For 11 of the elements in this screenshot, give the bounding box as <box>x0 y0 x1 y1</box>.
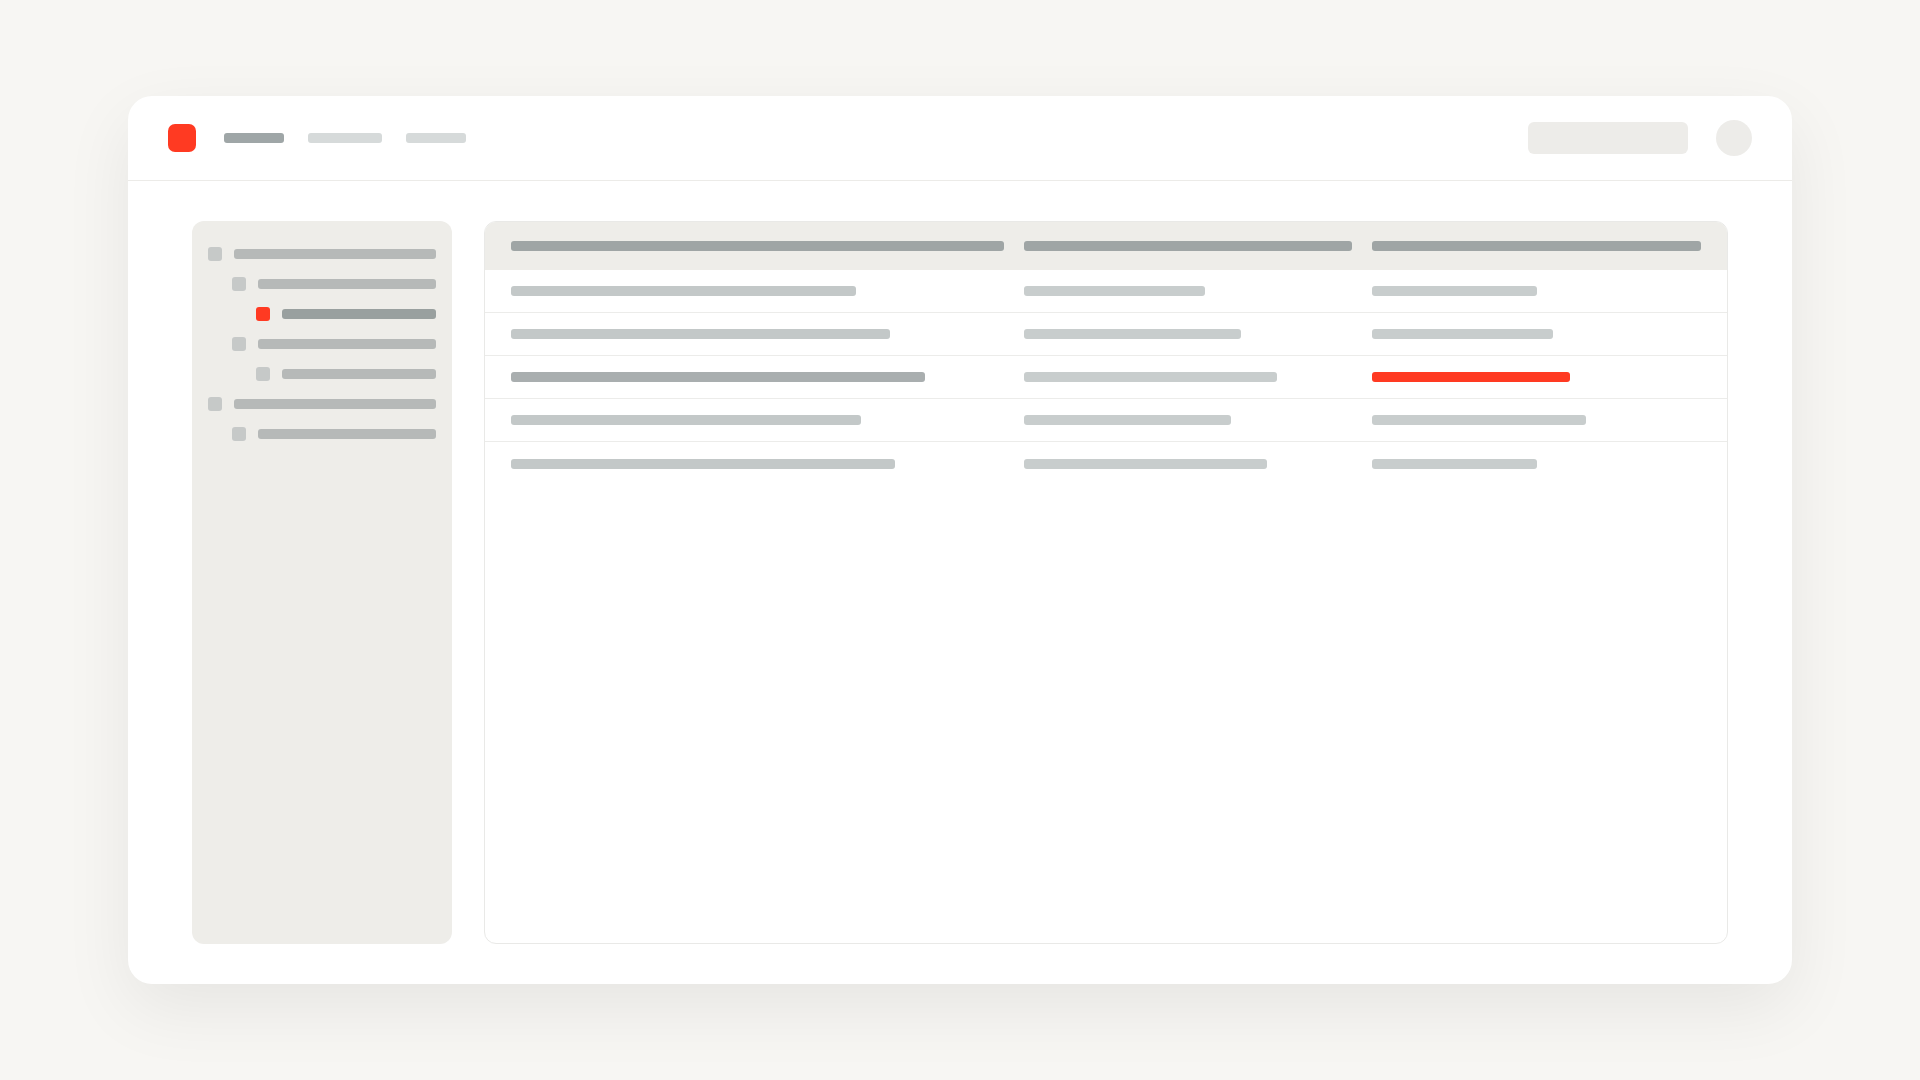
tree-item-placeholder[interactable] <box>258 429 436 439</box>
logo-icon <box>168 124 196 152</box>
tree-item-placeholder[interactable] <box>258 279 436 289</box>
tree-item-placeholder[interactable] <box>234 399 436 409</box>
tree-item-placeholder[interactable] <box>282 309 436 319</box>
nav-item[interactable] <box>224 133 284 143</box>
tree-item-placeholder[interactable] <box>258 339 436 349</box>
tree-item-placeholder[interactable] <box>282 369 436 379</box>
nav-item[interactable] <box>308 133 382 143</box>
nav-item[interactable] <box>406 133 466 143</box>
tree-item-placeholder[interactable] <box>234 249 436 259</box>
